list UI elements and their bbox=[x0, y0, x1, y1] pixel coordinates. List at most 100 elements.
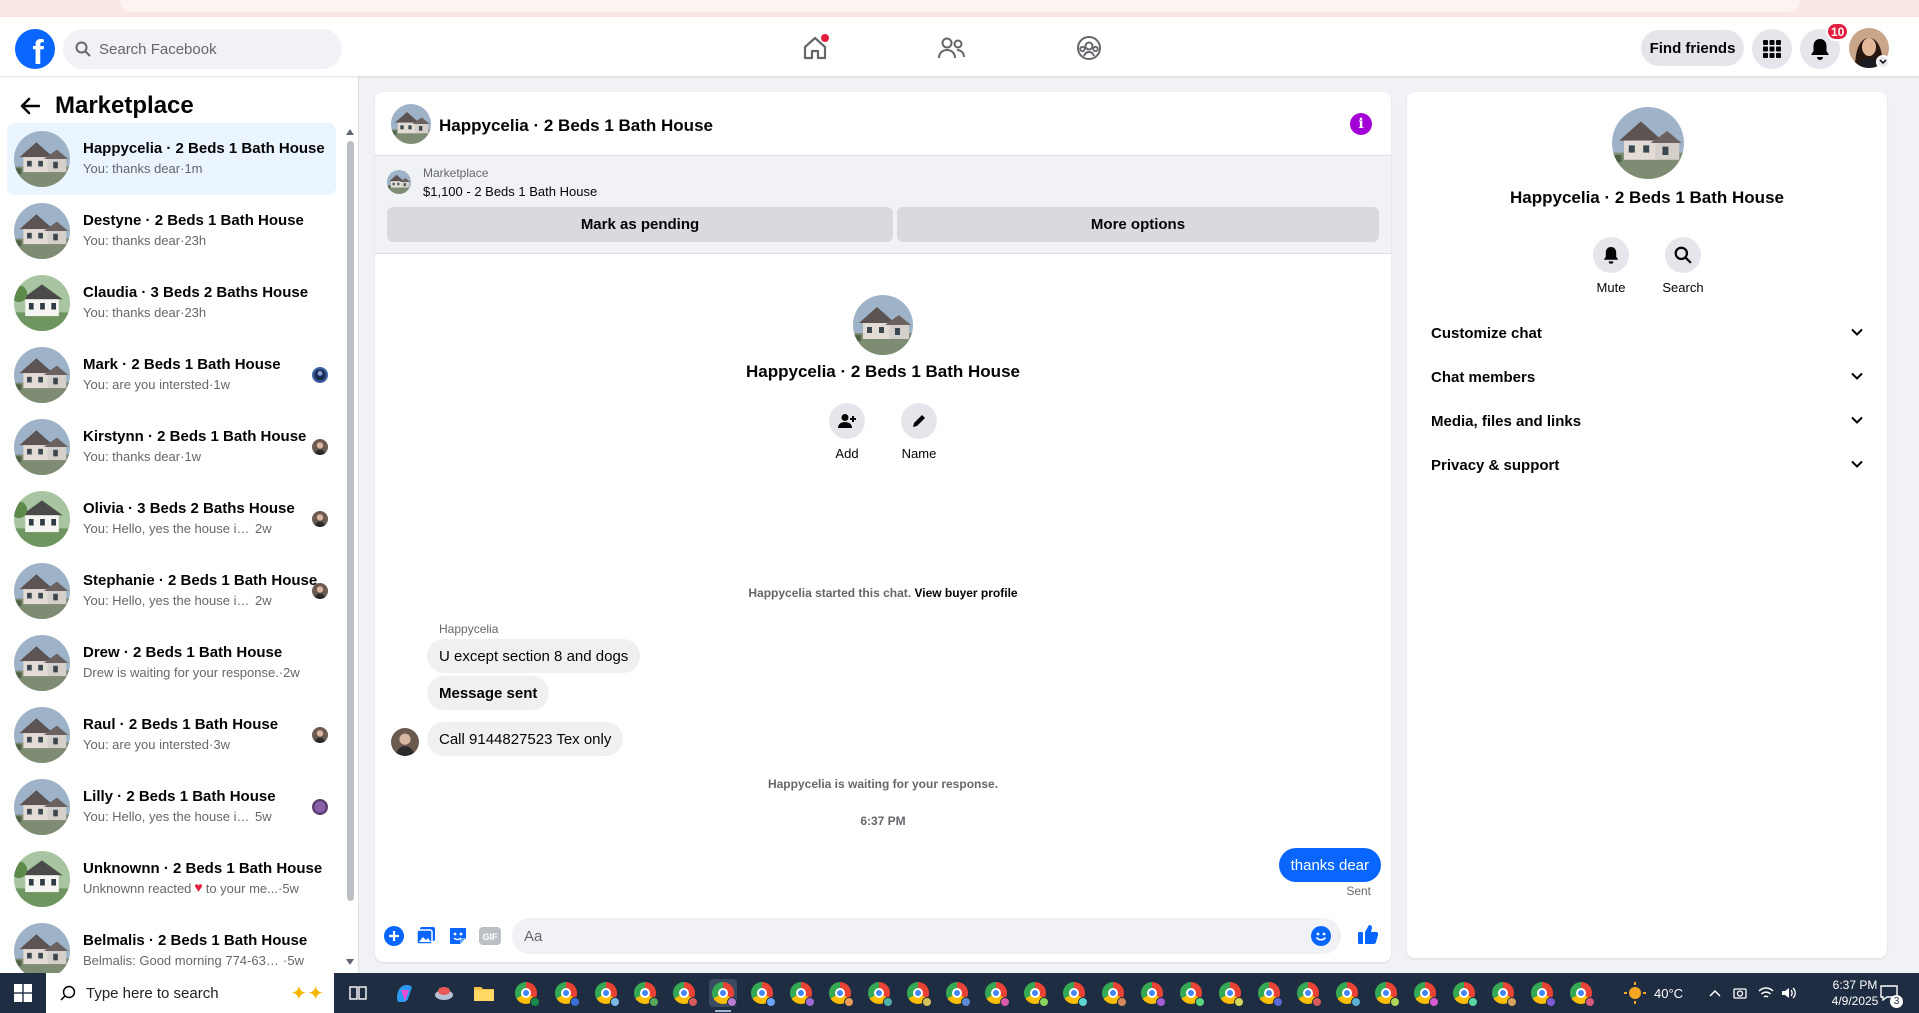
taskbar-search-box[interactable]: ✦✦ bbox=[46, 973, 334, 1013]
chrome-app[interactable] bbox=[670, 979, 698, 1007]
chrome-app[interactable] bbox=[904, 979, 932, 1007]
chat-intro-name: Happycelia · 2 Beds 1 Bath House bbox=[746, 362, 1020, 381]
conversation-item[interactable]: Claudia · 3 Beds 2 Baths House You: than… bbox=[7, 267, 336, 339]
sticker-button[interactable] bbox=[447, 925, 469, 947]
attach-photo-button[interactable] bbox=[415, 925, 437, 947]
conversation-item[interactable]: Lilly · 2 Beds 1 Bath House You: Hello, … bbox=[7, 771, 336, 843]
chrome-app[interactable] bbox=[1021, 979, 1049, 1007]
back-button[interactable] bbox=[14, 90, 46, 122]
meet-now-button[interactable] bbox=[1733, 973, 1747, 1013]
conversation-item[interactable]: Unknownn · 2 Beds 1 Bath House Unknownn … bbox=[7, 843, 336, 915]
message-timestamp: 6:37 PM bbox=[860, 814, 906, 828]
chrome-app[interactable] bbox=[748, 979, 776, 1007]
copilot-app[interactable] bbox=[390, 979, 418, 1007]
like-button[interactable] bbox=[1357, 923, 1379, 945]
account-chevron-icon[interactable] bbox=[1876, 55, 1890, 69]
chrome-app[interactable] bbox=[1255, 979, 1283, 1007]
search-in-chat-button[interactable]: Search bbox=[1653, 237, 1713, 295]
mark-as-pending-button[interactable]: Mark as pending bbox=[387, 207, 893, 242]
chrome-app[interactable] bbox=[1528, 979, 1556, 1007]
chat-window: Happycelia · 2 Beds 1 Bath House i Marke… bbox=[375, 92, 1391, 962]
buyer-avatar bbox=[312, 367, 328, 383]
facebook-search-box[interactable] bbox=[63, 29, 342, 69]
chrome-app[interactable] bbox=[631, 979, 659, 1007]
chrome-app[interactable] bbox=[1177, 979, 1205, 1007]
chat-members-section[interactable]: Chat members bbox=[1415, 356, 1879, 400]
chrome-app[interactable] bbox=[787, 979, 815, 1007]
add-people-button[interactable]: Add bbox=[817, 403, 877, 461]
conversation-item[interactable]: Drew · 2 Beds 1 Bath House Drew is waiti… bbox=[7, 627, 336, 699]
conversation-item[interactable]: Raul · 2 Beds 1 Bath House You: are you … bbox=[7, 699, 336, 771]
chrome-icon bbox=[634, 982, 659, 1007]
incoming-message[interactable]: Call 9144827523 Tex only bbox=[427, 722, 624, 756]
chrome-app[interactable] bbox=[1099, 979, 1127, 1007]
conversation-item[interactable]: Stephanie · 2 Beds 1 Bath House You: Hel… bbox=[7, 555, 336, 627]
sender-avatar[interactable] bbox=[391, 728, 419, 756]
message-input[interactable] bbox=[524, 918, 1294, 954]
chrome-app[interactable] bbox=[1138, 979, 1166, 1007]
incoming-message[interactable]: U except section 8 and dogs bbox=[427, 639, 641, 673]
facebook-logo[interactable]: f bbox=[15, 29, 55, 69]
volume-button[interactable] bbox=[1781, 973, 1797, 1013]
chrome-app[interactable] bbox=[512, 979, 540, 1007]
task-view-button[interactable] bbox=[344, 979, 372, 1007]
taskbar-search-input[interactable] bbox=[86, 984, 256, 1002]
message-input-box[interactable] bbox=[512, 918, 1341, 954]
notification-center-button[interactable]: 3 bbox=[1880, 973, 1903, 1013]
mute-button[interactable]: Mute bbox=[1581, 237, 1641, 295]
menu-button[interactable] bbox=[1752, 29, 1792, 69]
privacy-support-section[interactable]: Privacy & support bbox=[1415, 444, 1879, 488]
search-input[interactable] bbox=[99, 40, 319, 58]
chrome-app[interactable] bbox=[865, 979, 893, 1007]
chrome-app[interactable] bbox=[552, 979, 580, 1007]
find-friends-button[interactable]: Find friends bbox=[1641, 30, 1744, 66]
more-options-button[interactable]: More options bbox=[897, 207, 1379, 242]
customize-chat-section[interactable]: Customize chat bbox=[1415, 312, 1879, 356]
chrome-app[interactable] bbox=[1567, 979, 1595, 1007]
pinned-app[interactable] bbox=[430, 979, 458, 1007]
chrome-app[interactable] bbox=[1489, 979, 1517, 1007]
conversation-item[interactable]: Mark · 2 Beds 1 Bath House You: are you … bbox=[7, 339, 336, 411]
conversation-item[interactable]: Happycelia · 2 Beds 1 Bath House You: th… bbox=[7, 123, 336, 195]
conversation-item[interactable]: Olivia · 3 Beds 2 Baths House You: Hello… bbox=[7, 483, 336, 555]
message-status: Sent bbox=[1346, 884, 1371, 898]
chrome-app-active[interactable] bbox=[709, 979, 737, 1012]
more-actions-button[interactable] bbox=[383, 925, 405, 947]
file-explorer-app[interactable] bbox=[470, 979, 498, 1007]
chrome-app[interactable] bbox=[943, 979, 971, 1007]
show-hidden-icons-button[interactable] bbox=[1709, 973, 1721, 1013]
edit-name-button[interactable]: Name bbox=[889, 403, 949, 461]
friends-tab[interactable] bbox=[932, 30, 972, 66]
chrome-app[interactable] bbox=[592, 979, 620, 1007]
view-buyer-profile-link[interactable]: View buyer profile bbox=[914, 586, 1017, 600]
listing-price-title[interactable]: $1,100 - 2 Beds 1 Bath House bbox=[423, 184, 597, 199]
chrome-app[interactable] bbox=[1372, 979, 1400, 1007]
chrome-app[interactable] bbox=[1450, 979, 1478, 1007]
incoming-message[interactable]: Message sent bbox=[427, 676, 550, 710]
network-button[interactable] bbox=[1758, 973, 1774, 1013]
chat-title[interactable]: Happycelia · 2 Beds 1 Bath House bbox=[439, 116, 713, 136]
chat-listing-thumbnail[interactable] bbox=[391, 104, 431, 144]
emoji-icon[interactable] bbox=[1311, 926, 1331, 946]
chrome-app[interactable] bbox=[826, 979, 854, 1007]
weather-widget[interactable]: 40°C bbox=[1624, 973, 1683, 1013]
conversation-item[interactable]: Destyne · 2 Beds 1 Bath House You: thank… bbox=[7, 195, 336, 267]
chrome-app[interactable] bbox=[1333, 979, 1361, 1007]
chrome-app[interactable] bbox=[1060, 979, 1088, 1007]
chrome-app[interactable] bbox=[1216, 979, 1244, 1007]
start-button[interactable] bbox=[0, 973, 46, 1013]
outgoing-message[interactable]: thanks dear bbox=[1278, 848, 1381, 882]
listing-thumbnail bbox=[14, 419, 70, 475]
chat-info-icon[interactable]: i bbox=[1350, 113, 1372, 135]
chrome-app[interactable] bbox=[982, 979, 1010, 1007]
chrome-app[interactable] bbox=[1294, 979, 1322, 1007]
gif-button[interactable]: GIF bbox=[479, 925, 501, 947]
conversation-list-scrollbar[interactable] bbox=[345, 125, 355, 969]
home-tab[interactable] bbox=[795, 30, 835, 66]
buyer-avatar bbox=[312, 799, 328, 815]
conversation-item[interactable]: Kirstynn · 2 Beds 1 Bath House You: than… bbox=[7, 411, 336, 483]
groups-tab[interactable] bbox=[1069, 30, 1109, 66]
media-files-links-section[interactable]: Media, files and links bbox=[1415, 400, 1879, 444]
conversation-snippet: Drew is waiting for your response. · 2w bbox=[83, 665, 300, 680]
chrome-app[interactable] bbox=[1411, 979, 1439, 1007]
